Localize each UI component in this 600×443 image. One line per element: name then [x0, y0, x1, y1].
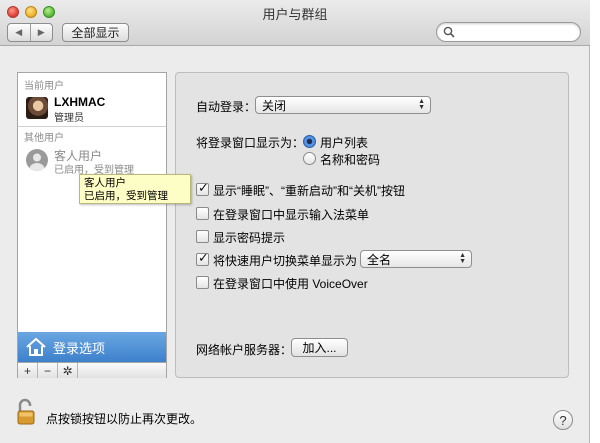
- name-password-radio-label: 名称和密码: [320, 153, 381, 167]
- window-title: 用户与群组: [262, 7, 328, 22]
- search-icon: [443, 26, 455, 38]
- voiceover-label: 在登录窗口中使用 VoiceOver: [213, 277, 368, 291]
- help-button[interactable]: ?: [553, 410, 573, 430]
- other-users-header: 其他用户: [24, 133, 64, 144]
- back-button[interactable]: ◀: [8, 24, 31, 41]
- login-options-item[interactable]: 登录选项: [18, 332, 166, 362]
- guest-avatar-icon: [26, 149, 48, 171]
- current-users-header: 当前用户: [24, 81, 64, 92]
- password-hints-checkbox[interactable]: [196, 230, 209, 243]
- join-button[interactable]: 加入...: [291, 338, 348, 357]
- password-hints-label: 显示密码提示: [213, 231, 286, 245]
- popup-arrows-icon: ▲ ▼: [459, 252, 466, 265]
- preferences-window: 用户与群组 ◀ ▶ 全部显示 当前用户 LXHMAC 管理员 其他用户 客人用户…: [0, 0, 590, 443]
- fast-switch-style-value: 全名: [367, 252, 392, 267]
- login-options-label: 登录选项: [53, 340, 106, 356]
- login-options-panel: 自动登录： 关闭 ▲▼ 将登录窗口显示为： 用户列表 名称和密码 显示“睡眠”、…: [175, 72, 569, 378]
- show-all-button[interactable]: 全部显示: [62, 23, 129, 42]
- user-list-radio-label: 用户列表: [320, 136, 369, 150]
- input-menu-label: 在登录窗口中显示输入法菜单: [213, 208, 370, 222]
- remove-user-button[interactable]: −: [38, 363, 58, 378]
- auto-login-popup[interactable]: 关闭 ▲ ▼: [255, 96, 431, 114]
- guest-user-tooltip: 客人用户 已启用，受到管理: [79, 174, 191, 204]
- users-sidebar: 当前用户 LXHMAC 管理员 其他用户 客人用户 已启用，受到管理 登录选项 …: [17, 72, 167, 378]
- lock-hint-text: 点按锁按钮以防止再次更改。: [46, 412, 203, 426]
- show-sleep-restart-shutdown-label: 显示“睡眠”、“重新启动”和“关机”按钮: [213, 184, 405, 198]
- user-role: 管理员: [54, 113, 84, 124]
- user-item-lxhmac[interactable]: LXHMAC 管理员: [18, 93, 166, 127]
- fast-switch-style-popup[interactable]: 全名 ▲ ▼: [360, 250, 472, 268]
- user-avatar: [26, 97, 48, 119]
- auto-login-label: 自动登录：: [196, 100, 257, 114]
- tooltip-status: 已启用，受到管理: [84, 190, 168, 202]
- name-password-radio[interactable]: [303, 152, 316, 165]
- show-sleep-restart-shutdown-checkbox[interactable]: [196, 180, 209, 196]
- popup-arrows-icon: ▲ ▼: [418, 98, 425, 111]
- title-bar: 用户与群组 ◀ ▶ 全部显示: [0, 0, 590, 46]
- network-account-server-label: 网络帐户服务器：: [196, 343, 293, 357]
- input-menu-checkbox[interactable]: [196, 207, 209, 220]
- search-field[interactable]: [436, 22, 581, 42]
- voiceover-checkbox[interactable]: [196, 276, 209, 289]
- forward-button[interactable]: ▶: [31, 24, 53, 41]
- gear-icon[interactable]: ✲: [58, 363, 78, 378]
- user-list-radio[interactable]: [303, 135, 316, 148]
- add-user-button[interactable]: +: [18, 363, 38, 378]
- auto-login-value: 关闭: [262, 98, 287, 113]
- sidebar-action-bar: + − ✲: [18, 362, 166, 378]
- back-forward-control: ◀ ▶: [7, 23, 53, 42]
- padlock-unlocked-icon[interactable]: [16, 398, 38, 426]
- display-login-as-label: 将登录窗口显示为：: [196, 136, 305, 150]
- user-name: LXHMAC: [54, 95, 106, 109]
- divider: [18, 126, 166, 127]
- fast-user-switching-checkbox[interactable]: [196, 250, 209, 266]
- house-icon: [26, 337, 46, 356]
- fast-user-switching-label: 将快速用户切换菜单显示为: [213, 254, 358, 268]
- tooltip-title: 客人用户: [84, 177, 126, 189]
